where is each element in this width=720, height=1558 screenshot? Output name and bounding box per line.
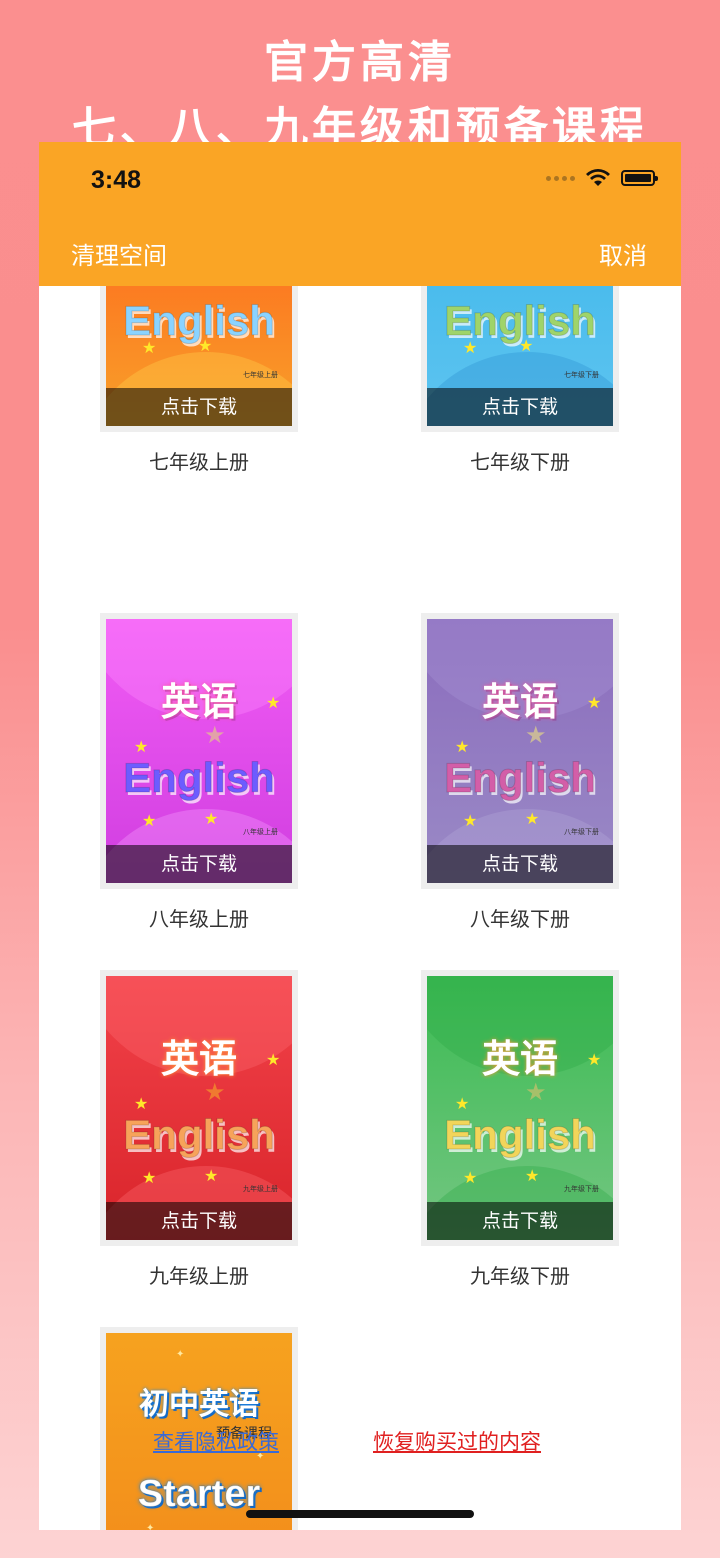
star-icon: ★ — [525, 809, 540, 828]
star-icon: ★ — [525, 1166, 540, 1185]
cancel-button[interactable]: 取消 — [599, 236, 647, 271]
book-cover: 英语 ★ English ★ ★ ★ ★ 九年级上册 点击下载 — [106, 976, 292, 1240]
wifi-icon — [586, 169, 610, 186]
book-label: 七年级上册 — [149, 450, 249, 474]
star-icon: ★ — [198, 336, 213, 355]
book-cover: 英语 ★ English ★ ★ ★ ★ 八年级下册 点击下载 — [427, 619, 613, 883]
restore-purchases-link[interactable]: 恢复购买过的内容 — [373, 1426, 541, 1456]
star-icon: ★ — [204, 721, 226, 749]
star-icon: ★ — [455, 737, 470, 756]
star-icon: ★ — [587, 693, 602, 712]
star-icon: ★ — [463, 811, 478, 830]
cover-english: English — [123, 1111, 276, 1159]
star-icon: ★ — [463, 1168, 478, 1187]
cover-grade: 九年级下册 — [564, 1185, 599, 1193]
book-label: 八年级下册 — [470, 907, 570, 931]
star-icon: ★ — [142, 811, 157, 830]
signal-icon — [546, 175, 575, 181]
star-icon: ★ — [266, 693, 281, 712]
star-icon: ★ — [519, 336, 534, 355]
cover-chinese: 英语 — [481, 680, 558, 724]
cover-english: English — [123, 754, 276, 802]
star-icon: ★ — [204, 1166, 219, 1185]
star-icon: ★ — [204, 809, 219, 828]
book-item[interactable]: 英语 ★ English ★ ★ ★ ★ 九年级下册 点击下载 九年级下册 — [421, 970, 619, 1289]
download-overlay[interactable]: 点击下载 — [106, 388, 292, 426]
sparkle-icon: ✦ — [146, 1523, 155, 1530]
home-indicator[interactable] — [246, 1510, 474, 1518]
star-icon: ★ — [142, 1168, 157, 1187]
download-overlay[interactable]: 点击下载 — [427, 388, 613, 426]
star-icon: ★ — [142, 338, 157, 357]
download-overlay[interactable]: 点击下载 — [427, 1202, 613, 1240]
cover-chinese: 英语 — [160, 1037, 237, 1081]
book-grid: English ★ ★ 七年级上册 点击下载 七年级上册 English ★ ★… — [39, 156, 681, 1530]
cover-english: English — [444, 1111, 597, 1159]
star-icon: ★ — [525, 1078, 547, 1106]
promo-title: 官方高清 — [264, 37, 456, 88]
book-item[interactable]: 英语 ★ English ★ ★ ★ ★ 八年级上册 点击下载 八年级上册 — [100, 613, 298, 932]
book-label: 八年级上册 — [149, 907, 249, 931]
star-icon: ★ — [204, 1078, 226, 1106]
star-icon: ★ — [134, 737, 149, 756]
cover-grade: 九年级上册 — [243, 1185, 278, 1193]
clean-space-button[interactable]: 清理空间 — [71, 236, 167, 271]
star-icon: ★ — [525, 721, 547, 749]
book-label: 九年级上册 — [149, 1264, 249, 1288]
book-label: 七年级下册 — [470, 450, 570, 474]
battery-icon — [621, 170, 658, 186]
cover-english: English — [444, 754, 597, 802]
phone-screen: 3:48 清理空间 取消 English ★ ★ 七年级上册 点击下载 七年级上… — [39, 142, 681, 1530]
cover-grade: 七年级下册 — [564, 371, 599, 379]
download-overlay[interactable]: 点击下载 — [427, 845, 613, 883]
cover-chinese: 英语 — [160, 680, 237, 724]
star-icon: ★ — [455, 1094, 470, 1113]
status-time: 3:48 — [91, 166, 142, 194]
navigation-bar: 3:48 清理空间 取消 — [39, 142, 681, 286]
star-icon: ★ — [463, 338, 478, 357]
cover-grade: 八年级下册 — [564, 828, 599, 836]
cover-grade: 七年级上册 — [243, 371, 278, 379]
cover-chinese: 英语 — [481, 1037, 558, 1081]
book-label: 九年级下册 — [470, 1264, 570, 1288]
privacy-policy-link[interactable]: 查看隐私政策 — [153, 1426, 279, 1456]
book-item[interactable]: 英语 ★ English ★ ★ ★ ★ 九年级上册 点击下载 九年级上册 — [100, 970, 298, 1289]
book-cover: 英语 ★ English ★ ★ ★ ★ 八年级上册 点击下载 — [106, 619, 292, 883]
star-icon: ★ — [266, 1050, 281, 1069]
status-icons — [546, 168, 658, 188]
book-item[interactable]: 英语 ★ English ★ ★ ★ ★ 八年级下册 点击下载 八年级下册 — [421, 613, 619, 932]
cover-grade: 八年级上册 — [243, 828, 278, 836]
cover-chinese: 初中英语 — [139, 1387, 259, 1422]
download-overlay[interactable]: 点击下载 — [106, 1202, 292, 1240]
sparkle-icon: ✦ — [176, 1349, 185, 1360]
star-icon: ★ — [587, 1050, 602, 1069]
book-cover: 英语 ★ English ★ ★ ★ ★ 九年级下册 点击下载 — [427, 976, 613, 1240]
download-overlay[interactable]: 点击下载 — [106, 845, 292, 883]
star-icon: ★ — [134, 1094, 149, 1113]
